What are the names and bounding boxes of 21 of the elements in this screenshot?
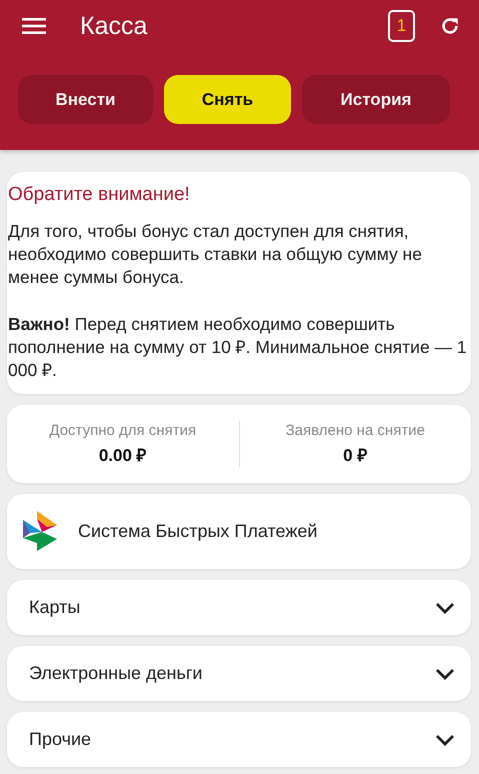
balance-value: 0.00 ₽	[98, 445, 147, 466]
notice-text: Для того, чтобы бонус стал доступен для снятия, необходимо совершить ставки на общую сумму не менее суммы бонуса.	[8, 220, 423, 289]
balance-label: Доступно для снятия	[49, 422, 196, 439]
page-title: Касса	[80, 12, 148, 40]
payment-method[interactable]: Система Быстрых Платежей	[7, 494, 471, 569]
notice-title: Обратите внимание!	[8, 184, 191, 206]
tab[interactable]: История	[302, 75, 450, 124]
balance-label: Заявлено на снятие	[286, 422, 425, 439]
tab[interactable]: Внести	[18, 75, 153, 124]
notice-text: Важно! Перед снятием необходимо совершить пополнение на сумму от 10 ₽. Минимальное снятие — 1 000 ₽.	[8, 313, 468, 382]
chevron-icon	[435, 602, 455, 614]
menu-icon[interactable]	[22, 17, 46, 35]
payment-category[interactable]: Прочие	[7, 712, 471, 767]
chevron-icon	[435, 668, 455, 680]
payment-category[interactable]: Карты	[7, 580, 471, 635]
sbp-logo-icon	[23, 510, 57, 552]
ticket-button[interactable]: 1	[388, 10, 415, 42]
tab[interactable]: Снять	[164, 75, 291, 124]
balance-value: 0 ₽	[343, 445, 368, 466]
payment-category[interactable]: Электронные деньги	[7, 646, 471, 701]
chevron-icon	[435, 734, 455, 746]
